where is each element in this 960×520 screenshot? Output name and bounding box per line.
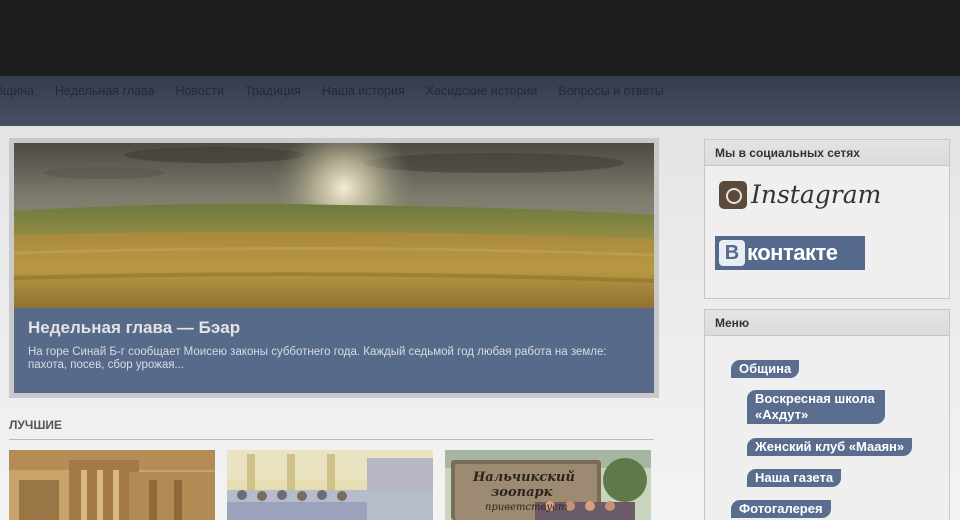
instagram-link[interactable]: Instagram [719,180,881,209]
menu-item-community[interactable]: Община [731,360,800,378]
slide-image-wheat-field[interactable] [14,143,654,308]
featured-slider: Недельная глава — Бэар На горе Синай Б-г… [9,138,659,398]
top-bar [0,0,960,76]
menu-item-womens-club[interactable]: Женский клуб «Мааян» [747,438,913,456]
best-thumb-children-group[interactable] [227,450,433,520]
best-thumb-zoo[interactable]: Нальчикский зоопарк приветствует [445,450,651,520]
nav-item-questions-answers[interactable]: Вопросы и ответы [558,84,663,98]
social-widget-title: Мы в социальных сетях [705,140,949,166]
menu-item-photo-gallery[interactable]: Фотогалерея [731,500,831,518]
menu-widget-title: Меню [705,310,949,336]
nav-item-our-history[interactable]: Наша история [322,84,405,98]
nav-item-news[interactable]: Новости [175,84,223,98]
instagram-icon [719,180,747,209]
zoo-sign-line2: зоопарк [491,485,553,500]
zoo-sign-line1: Нальчикский [473,470,575,485]
nav-item-weekly-portion[interactable]: Недельная глава [55,84,154,98]
social-widget: Мы в социальных сетях Instagram В контак… [704,139,950,299]
zoo-sign-line3: приветствует [485,502,568,513]
best-section-heading: ЛУЧШИЕ [9,418,654,440]
slide-excerpt: На горе Синай Б-г сообщает Моисею законы… [28,346,607,371]
nav-item-hasidic-stories[interactable]: Хасидские истории [426,84,538,98]
vk-icon: В [719,240,745,266]
vk-label: контакте [747,240,838,265]
menu-item-newspaper[interactable]: Наша газета [747,469,842,487]
menu-widget: Меню Община Воскресная школа «Ахдут» Жен… [704,309,950,520]
slide-caption[interactable]: Недельная глава — Бэар На горе Синай Б-г… [14,308,654,393]
vkontakte-link[interactable]: В контакте [715,236,865,270]
instagram-label: Instagram [751,180,882,209]
best-thumb-temple[interactable] [9,450,215,520]
slide-title[interactable]: Недельная глава — Бэар [28,318,640,338]
menu-item-sunday-school[interactable]: Воскресная школа «Ахдут» [747,390,885,424]
main-nav: Община Недельная глава Новости Традиция … [0,76,960,126]
nav-item-tradition[interactable]: Традиция [245,84,301,98]
nav-item-community[interactable]: Община [0,84,34,98]
